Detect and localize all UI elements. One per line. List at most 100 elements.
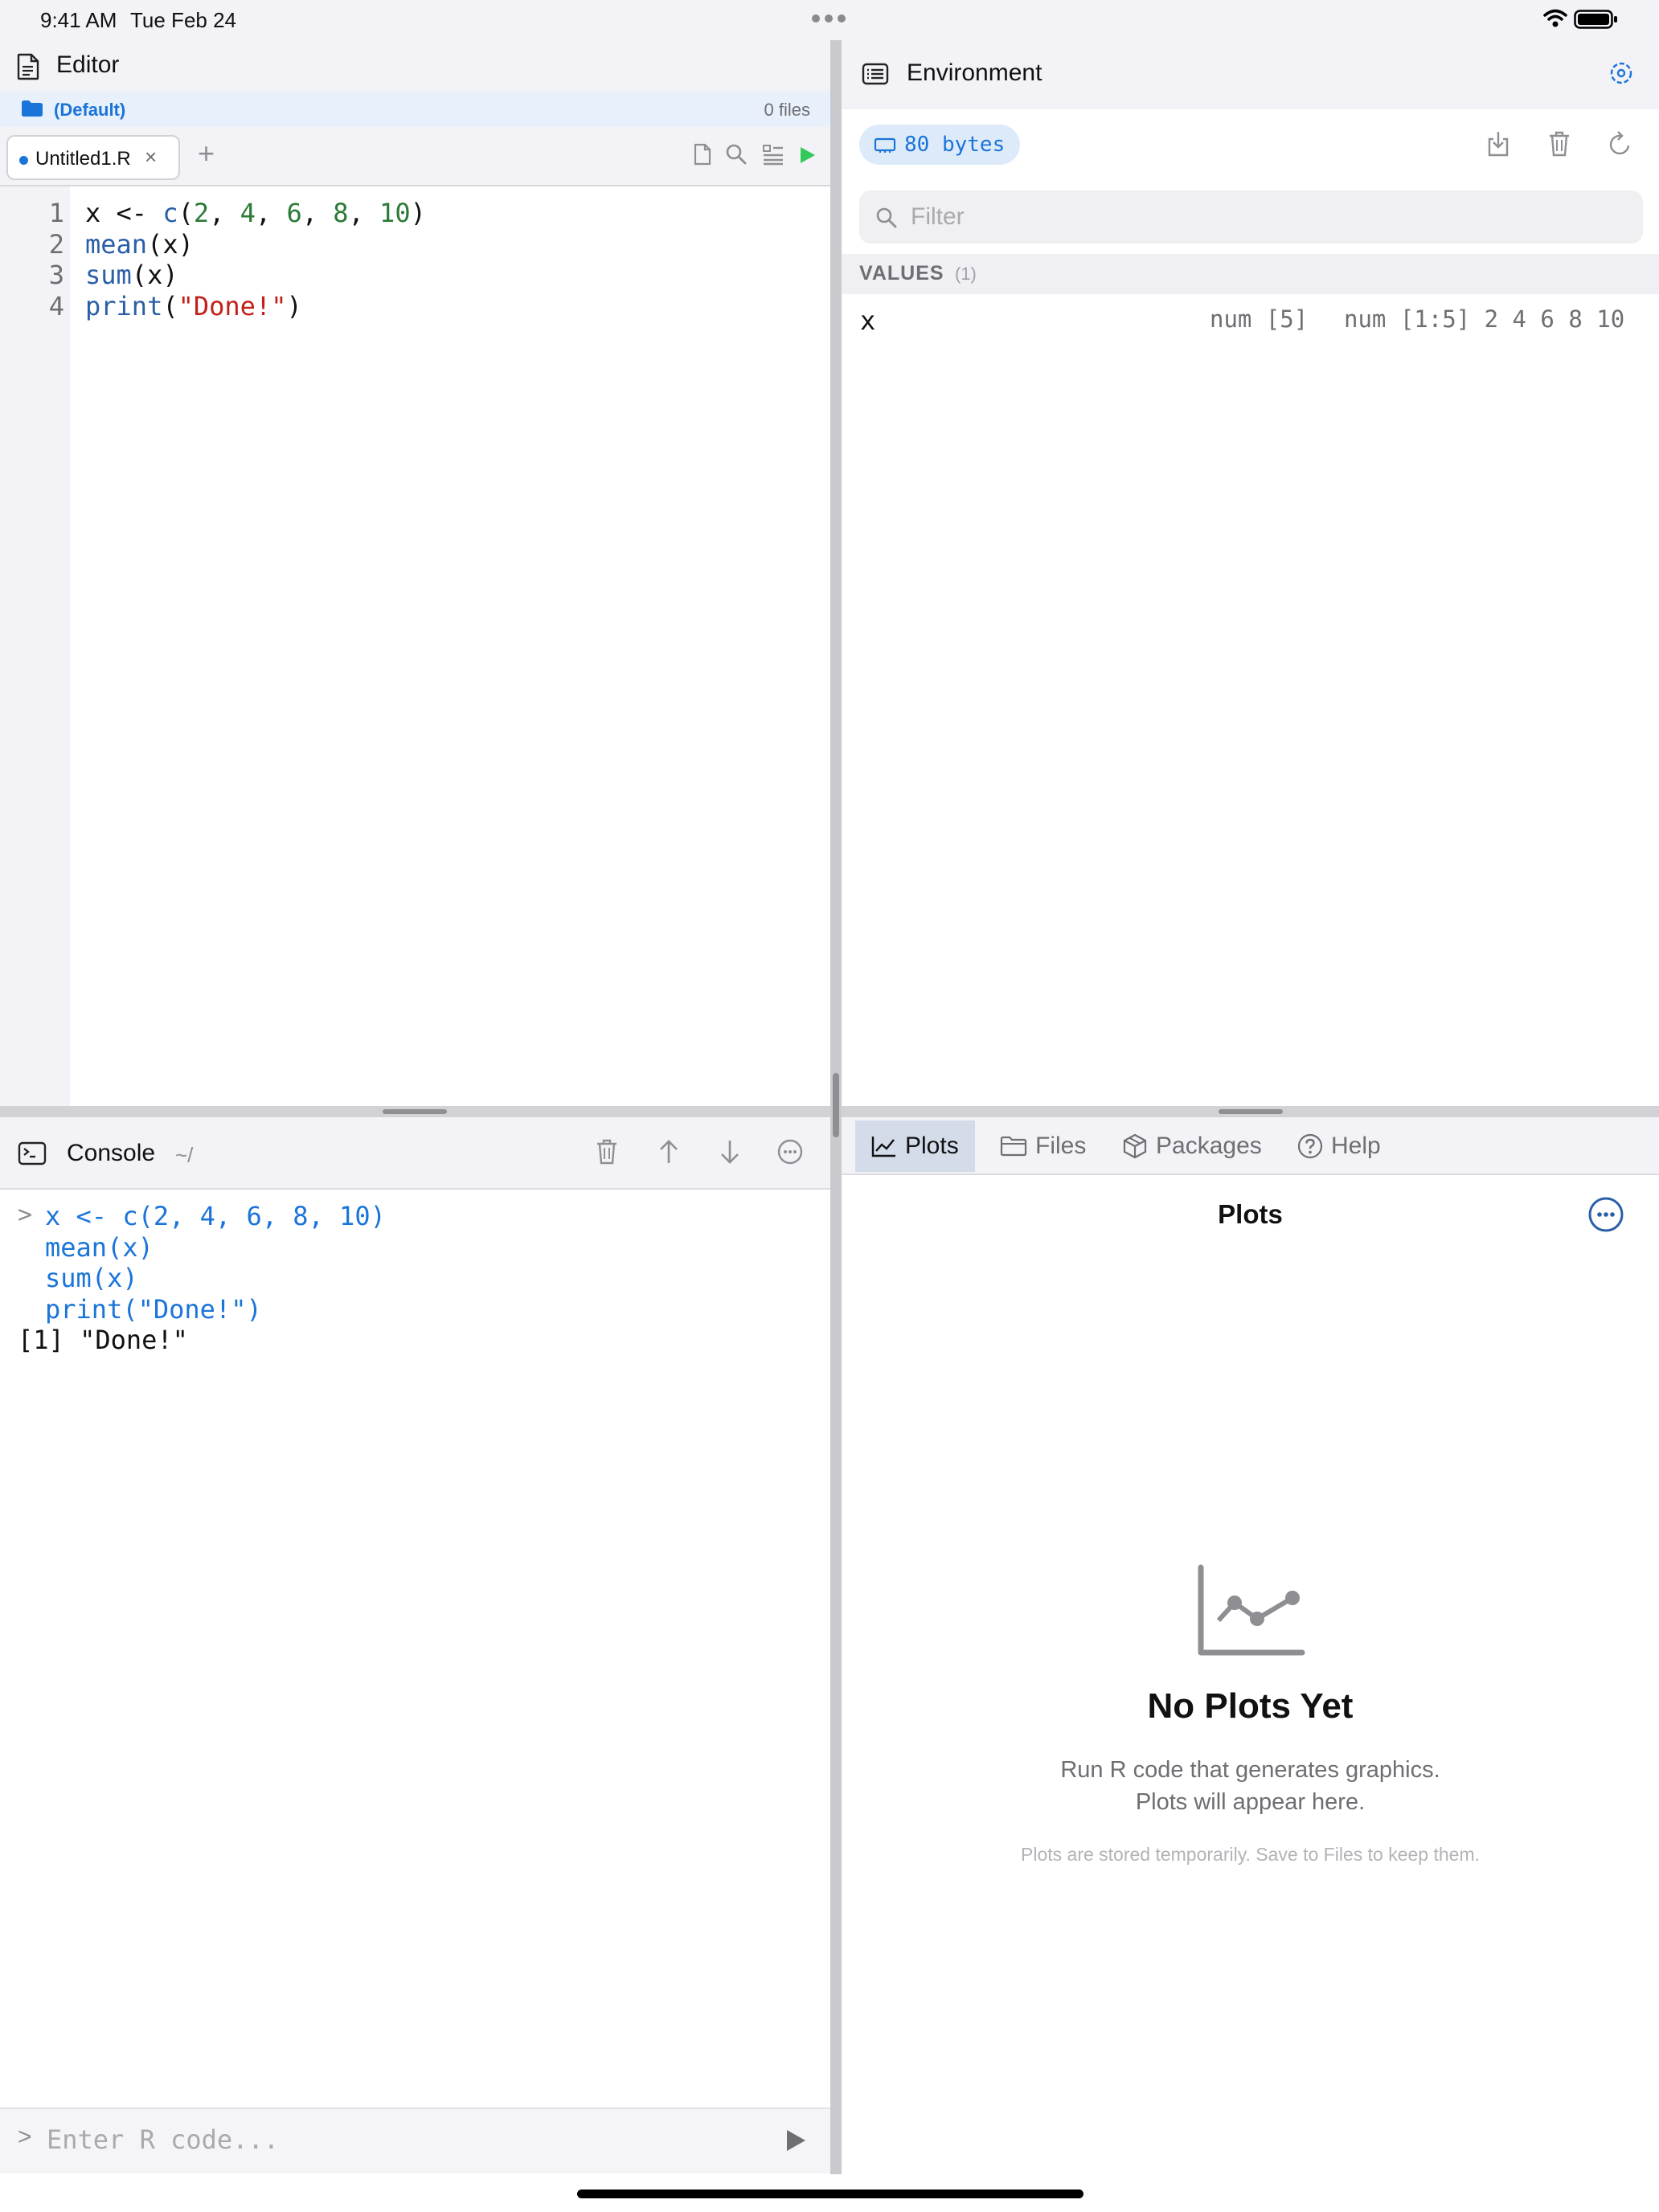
package-icon <box>1123 1133 1147 1159</box>
code-token: x <- <box>85 198 163 228</box>
variable-value: num [1:5] 2 4 6 8 10 <box>1344 305 1625 333</box>
plots-title: Plots <box>1218 1199 1283 1229</box>
memory-usage-badge: 80 bytes <box>859 125 1020 165</box>
plots-more-options-icon[interactable] <box>1587 1196 1624 1233</box>
console-run-icon[interactable] <box>784 2128 807 2153</box>
code-token: , <box>209 198 240 228</box>
line-number-gutter <box>0 186 70 1106</box>
code-token: ) <box>410 198 426 228</box>
tab-files-label: Files <box>1035 1133 1087 1159</box>
refresh-icon[interactable] <box>1608 130 1633 158</box>
console-title: Console <box>67 1140 156 1166</box>
new-file-icon[interactable] <box>693 143 712 166</box>
code-token: "Done!" <box>178 290 287 322</box>
console-prompt-marker <box>18 1294 32 1322</box>
wifi-icon <box>1543 9 1567 27</box>
environment-filter-field[interactable] <box>859 190 1643 244</box>
tab-packages-label: Packages <box>1156 1133 1262 1159</box>
code-token: , <box>348 198 380 228</box>
console-prompt-marker <box>18 1232 32 1260</box>
code-token: 8 <box>333 198 349 228</box>
console-prompt-marker <box>18 1263 32 1291</box>
import-icon[interactable] <box>1485 130 1511 158</box>
project-name[interactable]: (Default) <box>54 100 125 121</box>
console-path: ~/ <box>175 1143 194 1167</box>
line-number: 1 <box>48 198 64 228</box>
empty-state-message: Run R code that generates graphics. <box>1060 1757 1440 1783</box>
help-icon <box>1297 1133 1323 1159</box>
folder-icon <box>1000 1136 1027 1157</box>
code-token: mean <box>85 228 148 260</box>
code-token: ( <box>178 198 194 228</box>
editor-header <box>0 40 830 92</box>
line-number: 4 <box>48 290 64 322</box>
empty-state-note: Plots are stored temporarily. Save to Fi… <box>1021 1844 1480 1865</box>
more-options-icon[interactable] <box>776 1138 804 1165</box>
console-output-line: [1] "Done!" <box>18 1325 188 1355</box>
memory-chip-icon <box>874 137 896 153</box>
code-token: ) <box>286 290 302 322</box>
console-input-text: print("Done!") <box>45 1293 262 1325</box>
folder-icon <box>22 100 43 117</box>
code-line[interactable]: mean(x) <box>85 229 194 260</box>
tab-help[interactable]: Help <box>1281 1120 1397 1172</box>
code-token: , <box>255 198 287 228</box>
code-token: print <box>85 290 163 322</box>
console-input-text: mean(x) <box>45 1231 154 1263</box>
battery-icon <box>1574 10 1617 29</box>
line-number: 3 <box>48 260 64 290</box>
empty-chart-icon <box>1198 1564 1305 1656</box>
tab-plots[interactable]: Plots <box>855 1120 975 1172</box>
tab-label: Untitled1.R <box>35 148 131 170</box>
home-indicator <box>577 2189 1083 2198</box>
search-icon[interactable] <box>725 143 748 166</box>
memory-usage-label: 80 bytes <box>904 133 1006 157</box>
trash-icon[interactable] <box>595 1138 619 1165</box>
search-icon <box>876 207 897 228</box>
history-down-icon[interactable] <box>719 1138 741 1165</box>
multitasking-dots-icon[interactable] <box>812 14 846 23</box>
status-time: 9:41 AM <box>40 8 117 32</box>
environment-title: Environment <box>907 59 1043 86</box>
settings-gear-icon[interactable] <box>1608 59 1635 87</box>
values-section-count: (1) <box>955 264 977 284</box>
left-split-handle[interactable] <box>383 1109 447 1114</box>
vertical-split-handle[interactable] <box>833 1073 839 1137</box>
right-split-handle[interactable] <box>1219 1109 1283 1114</box>
code-line[interactable]: sum(x) <box>85 260 178 290</box>
chart-line-icon <box>871 1137 895 1157</box>
environment-filter-input[interactable] <box>911 199 1618 236</box>
history-up-icon[interactable] <box>657 1138 680 1165</box>
code-token: , <box>301 198 334 228</box>
clear-environment-icon[interactable] <box>1547 130 1571 158</box>
tab-plots-label: Plots <box>905 1133 959 1159</box>
variable-name: x <box>860 305 876 336</box>
tab-packages[interactable]: Packages <box>1106 1120 1278 1172</box>
console-input[interactable] <box>47 2119 754 2161</box>
document-icon <box>17 53 39 80</box>
console-prompt-marker: > <box>18 1201 33 1229</box>
tab-untitled1[interactable]: Untitled1.R × <box>6 135 180 180</box>
tab-close-icon[interactable]: × <box>145 145 157 170</box>
console-input-text: x <- c(2, 4, 6, 8, 10) <box>45 1201 386 1231</box>
code-token: c <box>162 198 178 228</box>
code-token: sum <box>85 260 132 290</box>
code-token: ( <box>162 290 178 322</box>
empty-state-message-2: Plots will appear here. <box>1135 1789 1366 1815</box>
tab-help-label: Help <box>1331 1133 1381 1159</box>
console-input-text: sum(x) <box>45 1263 138 1293</box>
unsaved-indicator <box>19 156 28 165</box>
format-code-icon[interactable] <box>762 143 784 166</box>
code-line[interactable]: x <- c(2, 4, 6, 8, 10) <box>85 198 426 228</box>
tab-files[interactable]: Files <box>984 1120 1102 1172</box>
project-file-count: 0 files <box>764 100 810 120</box>
new-tab-button[interactable]: + <box>198 137 215 170</box>
status-date: Tue Feb 24 <box>130 8 237 32</box>
editor-title: Editor <box>56 51 120 78</box>
empty-state-title: No Plots Yet <box>1147 1686 1354 1726</box>
code-line[interactable]: print("Done!") <box>85 291 302 322</box>
variable-type: num [5] <box>1210 305 1309 333</box>
console-prompt: > <box>18 2124 32 2150</box>
code-token: 2 <box>193 198 210 228</box>
run-icon[interactable] <box>799 145 817 165</box>
